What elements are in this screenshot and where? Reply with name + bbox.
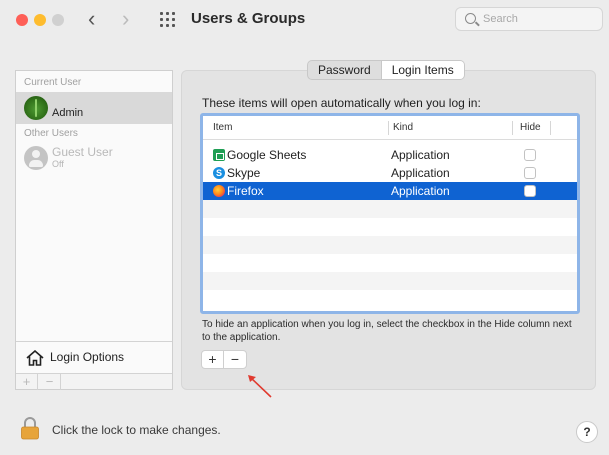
toolbar: ‹ › Users & Groups — [0, 0, 609, 40]
zoom-window-button[interactable] — [52, 14, 64, 26]
hide-help-text: To hide an application when you log in, … — [202, 319, 572, 343]
help-button[interactable]: ? — [576, 421, 598, 443]
remove-login-item-button[interactable]: − — [224, 351, 246, 368]
tab-bar: Password Login Items — [307, 60, 465, 80]
user-item-admin[interactable]: Admin — [16, 92, 172, 124]
users-groups-window: ‹ › Users & Groups Current User Admin Ot… — [0, 0, 609, 455]
add-user-button[interactable]: + — [16, 374, 38, 390]
search-input[interactable] — [483, 11, 598, 27]
firefox-icon — [213, 185, 225, 197]
add-login-item-button[interactable]: + — [202, 351, 224, 368]
empty-row — [203, 218, 577, 236]
login-items-description: These items will open automatically when… — [202, 96, 481, 110]
minimize-window-button[interactable] — [34, 14, 46, 26]
close-window-button[interactable] — [16, 14, 28, 26]
item-name: Google Sheets — [227, 148, 307, 162]
column-header-item[interactable]: Item — [213, 122, 232, 133]
other-users-label: Other Users — [24, 128, 78, 139]
login-options-button[interactable]: Login Options — [16, 341, 172, 373]
tab-password[interactable]: Password — [308, 61, 381, 79]
empty-row — [203, 272, 577, 290]
login-items-table[interactable]: Item Kind Hide Google Sheets Application… — [200, 113, 580, 314]
empty-row — [203, 290, 577, 308]
search-icon — [465, 13, 476, 24]
item-kind: Application — [391, 148, 450, 162]
login-items-add-remove: + − — [201, 350, 247, 369]
google-sheets-icon — [213, 149, 225, 161]
item-name: Firefox — [227, 184, 264, 198]
empty-row — [203, 254, 577, 272]
lock-icon[interactable] — [20, 416, 40, 440]
avatar — [24, 146, 48, 170]
skype-icon: S — [213, 167, 225, 179]
table-row[interactable]: S Skype Application — [203, 164, 577, 182]
tab-login-items[interactable]: Login Items — [380, 61, 464, 79]
user-item-guest[interactable]: Guest User Off — [16, 142, 172, 174]
chevron-left-icon[interactable]: ‹ — [88, 8, 95, 30]
lock-message: Click the lock to make changes. — [52, 423, 221, 437]
hide-checkbox[interactable] — [524, 149, 536, 161]
column-divider — [550, 121, 551, 135]
avatar — [24, 96, 48, 120]
empty-row — [203, 236, 577, 254]
user-name: Guest User — [52, 145, 113, 159]
users-list-panel: Current User Admin Other Users Guest Use… — [15, 70, 173, 390]
table-row[interactable]: Firefox Application — [203, 182, 577, 200]
column-divider — [388, 121, 389, 135]
column-header-kind[interactable]: Kind — [393, 122, 413, 133]
users-add-remove-bar: + − — [16, 373, 172, 390]
table-header: Item Kind Hide — [203, 116, 577, 140]
user-status: Off — [52, 159, 64, 169]
window-title: Users & Groups — [191, 10, 306, 27]
table-row[interactable]: Google Sheets Application — [203, 146, 577, 164]
login-options-label: Login Options — [50, 350, 125, 364]
chevron-right-icon[interactable]: › — [122, 8, 129, 30]
user-name: Admin — [52, 107, 84, 119]
column-divider — [512, 121, 513, 135]
item-kind: Application — [391, 166, 450, 180]
hide-checkbox[interactable] — [524, 167, 536, 179]
current-user-label: Current User — [24, 77, 82, 88]
item-kind: Application — [391, 184, 450, 198]
hide-checkbox[interactable] — [524, 185, 536, 197]
column-header-hide[interactable]: Hide — [520, 122, 541, 133]
home-icon — [26, 350, 44, 366]
grid-icon[interactable] — [160, 12, 178, 28]
annotation-arrow-icon — [248, 375, 272, 398]
empty-row — [203, 200, 577, 218]
search-box[interactable] — [455, 7, 603, 31]
remove-user-button[interactable]: − — [39, 374, 61, 390]
item-name: Skype — [227, 166, 261, 180]
